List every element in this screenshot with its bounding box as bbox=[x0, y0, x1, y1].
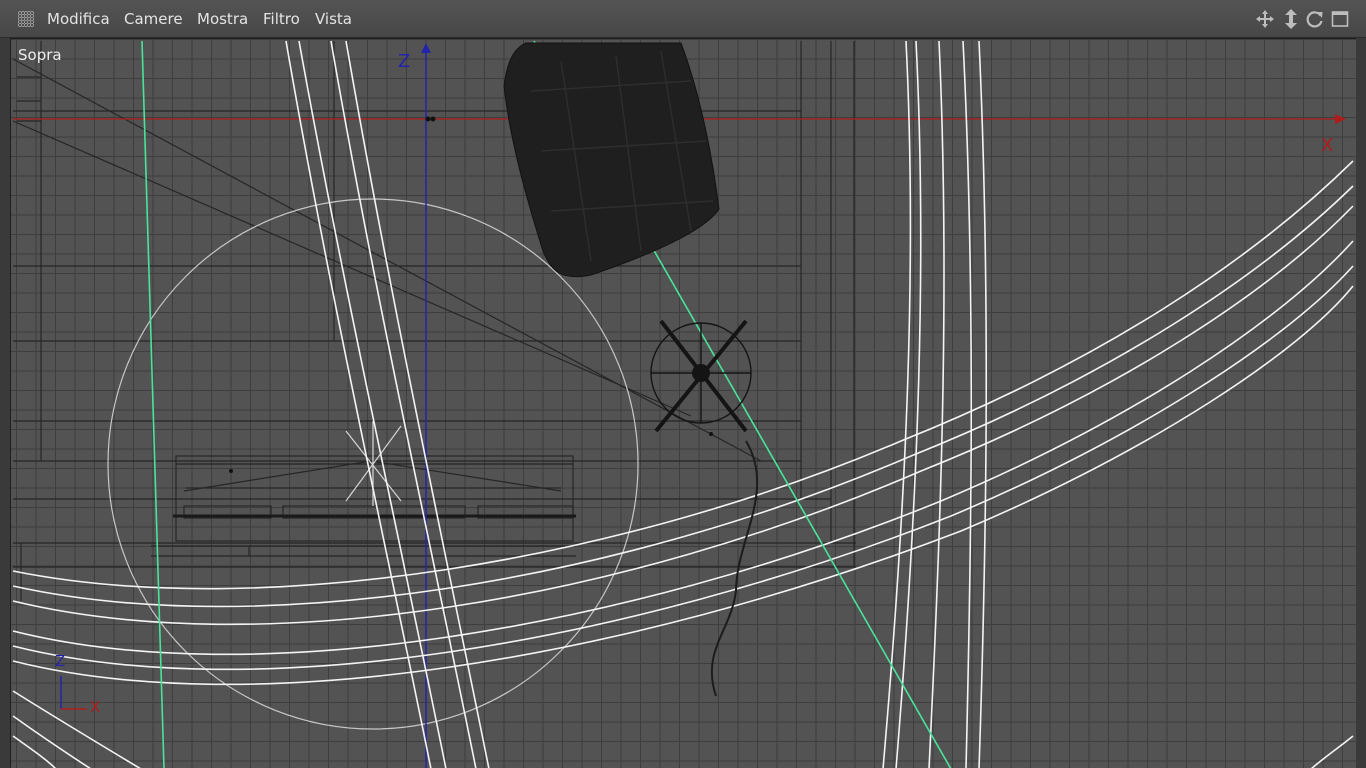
rotate-view-button[interactable] bbox=[1305, 9, 1325, 29]
x-axis-arrow-icon bbox=[1335, 114, 1346, 124]
maximize-view-button[interactable] bbox=[1330, 9, 1350, 29]
camera-target-icon[interactable] bbox=[650, 319, 752, 433]
maximize-icon bbox=[1331, 11, 1349, 27]
scene-canvas[interactable] bbox=[11, 39, 1356, 768]
axis-gizmo bbox=[60, 676, 87, 710]
zoom-icon bbox=[1285, 9, 1297, 29]
z-axis-arrow-icon bbox=[421, 43, 431, 53]
rotate-icon bbox=[1306, 11, 1323, 28]
viewport-menubar: Modifica Camere Mostra Filtro Vista bbox=[0, 0, 1366, 38]
menu-vista[interactable]: Vista bbox=[315, 9, 352, 29]
menu-mostra[interactable]: Mostra bbox=[197, 9, 248, 29]
cinema4d-editor: Modifica Camere Mostra Filtro Vista Sopr… bbox=[0, 0, 1366, 768]
menu-filtro[interactable]: Filtro bbox=[263, 9, 300, 29]
menu-modifica[interactable]: Modifica bbox=[47, 9, 110, 29]
zoom-view-button[interactable] bbox=[1281, 9, 1301, 29]
grip-icon[interactable] bbox=[18, 11, 34, 27]
menu-camere[interactable]: Camere bbox=[124, 9, 183, 29]
move-view-button[interactable] bbox=[1255, 9, 1275, 29]
origin-dot-2 bbox=[430, 116, 436, 122]
point-marker bbox=[229, 469, 233, 473]
mesh-object[interactable] bbox=[503, 42, 720, 278]
top-viewport[interactable]: Sopra Z X Z X bbox=[10, 38, 1356, 768]
point-marker-2 bbox=[709, 432, 713, 436]
move-icon bbox=[1256, 10, 1274, 28]
origin-dot bbox=[425, 116, 431, 122]
